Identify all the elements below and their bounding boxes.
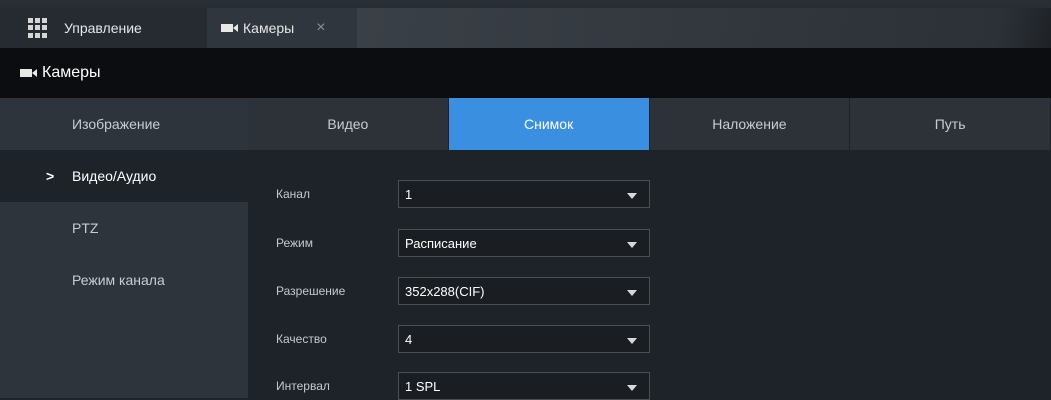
chevron-down-icon [627, 338, 637, 344]
channel-select[interactable]: 1 [398, 180, 650, 208]
page-header: Камеры [0, 48, 1051, 98]
sidebar-item-label: Режим канала [72, 272, 165, 288]
sidebar-item-label: Изображение [72, 116, 161, 132]
camera-icon [20, 69, 37, 77]
top-tab-bar: Управление Камеры × [0, 0, 1051, 48]
main-panel: Видео Снимок Наложение Путь Канал 1 Режи… [248, 98, 1051, 400]
tab-cameras[interactable]: Камеры × [207, 8, 357, 48]
mode-label: Режим [276, 236, 313, 250]
tab-management[interactable]: Управление [0, 8, 207, 48]
sidebar-item-channel-mode[interactable]: Режим канала [0, 254, 248, 306]
resolution-value: 352x288(CIF) [405, 284, 485, 299]
tab-cameras-label: Камеры [243, 20, 295, 36]
camera-icon [221, 24, 238, 32]
tab-video[interactable]: Видео [248, 98, 449, 150]
mode-select[interactable]: Расписание [398, 229, 650, 257]
chevron-down-icon [627, 385, 637, 391]
grid-icon [28, 18, 48, 38]
resolution-row: Разрешение 352x288(CIF) [248, 277, 668, 305]
chevron-down-icon [627, 242, 637, 248]
tab-snapshot[interactable]: Снимок [448, 98, 650, 150]
quality-value: 4 [405, 332, 413, 347]
close-icon[interactable]: × [316, 19, 325, 37]
tab-overlay[interactable]: Наложение [649, 98, 851, 150]
settings-tabs: Видео Снимок Наложение Путь [248, 98, 1051, 150]
mode-row: Режим Расписание [248, 229, 668, 257]
chevron-right-icon: > [46, 168, 55, 184]
chevron-down-icon [627, 193, 637, 199]
sidebar-item-label: PTZ [72, 220, 99, 236]
channel-row: Канал 1 [248, 180, 668, 208]
resolution-label: Разрешение [276, 284, 346, 298]
resolution-select[interactable]: 352x288(CIF) [398, 277, 650, 305]
interval-row: Интервал 1 SPL [248, 372, 668, 400]
interval-select[interactable]: 1 SPL [398, 372, 650, 400]
quality-select[interactable]: 4 [398, 325, 650, 353]
tab-management-label: Управление [64, 20, 142, 36]
quality-label: Качество [276, 332, 327, 346]
tab-bar-empty [357, 8, 1051, 48]
sidebar-item-image[interactable]: Изображение [0, 98, 248, 150]
channel-label: Канал [276, 187, 310, 201]
sidebar-item-ptz[interactable]: PTZ [0, 202, 248, 254]
sidebar: Изображение > Видео/Аудио PTZ Режим кана… [0, 98, 248, 398]
mode-value: Расписание [405, 236, 477, 251]
channel-value: 1 [405, 187, 413, 202]
interval-value: 1 SPL [405, 379, 441, 394]
interval-label: Интервал [276, 379, 330, 393]
sidebar-item-label: Видео/Аудио [72, 168, 157, 184]
sidebar-item-video-audio[interactable]: > Видео/Аудио [0, 150, 248, 202]
chevron-down-icon [627, 290, 637, 296]
page-title: Камеры [42, 64, 101, 81]
quality-row: Качество 4 [248, 325, 668, 353]
tab-path[interactable]: Путь [850, 98, 1051, 150]
